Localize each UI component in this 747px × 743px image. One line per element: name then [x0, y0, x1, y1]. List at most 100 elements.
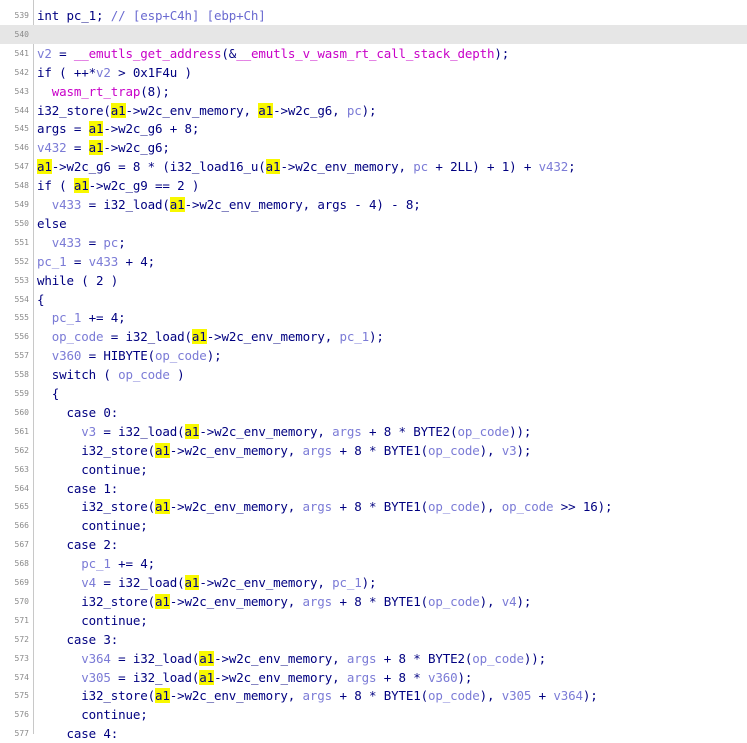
code-line[interactable]: 566 continue; [0, 516, 747, 535]
code-line[interactable]: 550 else [0, 214, 747, 233]
code-token: v432 [37, 140, 67, 156]
code-text: else [37, 215, 67, 232]
code-token: op_code [427, 688, 480, 704]
code-line[interactable]: 552 pc_1 = v433 + 4; [0, 252, 747, 271]
line-number: 556 [14, 332, 29, 342]
code-line[interactable]: 562 i32_store(a1->w2c_env_memory, args +… [0, 441, 747, 460]
code-line[interactable]: 576 continue; [0, 705, 747, 724]
highlighted-token: a1 [184, 575, 200, 590]
code-text: switch ( op_code ) [37, 366, 185, 383]
code-token: i32_store( [37, 499, 156, 515]
code-token: + 8 * BYTE1( [332, 593, 428, 609]
code-line[interactable]: 558 switch ( op_code ) [0, 365, 747, 384]
highlighted-token: a1 [155, 688, 170, 704]
code-token: + 8 * BYTE1( [332, 688, 428, 704]
code-token: + 2LL) + 1) + [427, 159, 539, 175]
line-number: 551 [14, 237, 29, 247]
code-line[interactable]: 551 v433 = pc; [0, 233, 747, 252]
code-text: i32_store(a1->w2c_env_memory, args + 8 *… [37, 593, 531, 610]
code-line[interactable]: 554 { [0, 290, 747, 309]
code-token: args [302, 688, 333, 704]
line-number: 573 [14, 653, 29, 663]
code-line[interactable]: 567 case 2: [0, 535, 747, 554]
code-line[interactable]: 568 pc_1 += 4; [0, 554, 747, 573]
code-line[interactable]: 540 [0, 24, 747, 44]
highlighted-token: a1 [88, 140, 104, 156]
code-text: op_code = i32_load(a1->w2c_env_memory, p… [37, 328, 384, 345]
code-line[interactable]: 545 args = a1->w2c_g6 + 8; [0, 119, 747, 138]
code-token: >> 16); [553, 499, 613, 515]
code-line[interactable]: 539 int pc_1; // [esp+C4h] [ebp+Ch] [0, 6, 747, 25]
code-token: v2 [96, 64, 111, 80]
code-text: i32_store(a1->w2c_env_memory, a1->w2c_g6… [37, 102, 377, 119]
highlighted-token: a1 [265, 159, 281, 175]
code-text: { [37, 291, 45, 308]
code-line[interactable]: 574 v305 = i32_load(a1->w2c_env_memory, … [0, 668, 747, 687]
code-text: wasm_rt_trap(8); [37, 83, 170, 100]
code-text: i32_store(a1->w2c_env_memory, args + 8 *… [37, 687, 598, 704]
code-token: = i32_load( [110, 669, 200, 685]
code-token: ; [118, 234, 126, 250]
code-token: pc_1 [81, 556, 111, 572]
code-token: ->w2c_env_memory, [125, 102, 259, 118]
code-text: while ( 2 ) [37, 272, 118, 289]
code-line[interactable]: 548 if ( a1->w2c_g9 == 2 ) [0, 176, 747, 195]
highlighted-token: a1 [258, 102, 274, 118]
highlighted-token: a1 [88, 121, 104, 137]
code-token: ->w2c_env_memory, [206, 329, 340, 345]
code-line[interactable]: 559 { [0, 384, 747, 403]
code-line[interactable]: 569 v4 = i32_load(a1->w2c_env_memory, pc… [0, 573, 747, 592]
code-token: += 4; [110, 556, 156, 572]
code-token: else [37, 215, 67, 231]
code-line[interactable]: 555 pc_1 += 4; [0, 308, 747, 327]
code-token: ); [206, 348, 222, 364]
code-line[interactable]: 563 continue; [0, 460, 747, 479]
code-line[interactable]: 544 i32_store(a1->w2c_env_memory, a1->w2c… [0, 101, 747, 120]
code-token: continue; [37, 461, 148, 477]
code-line[interactable]: 556 op_code = i32_load(a1->w2c_env_memor… [0, 327, 747, 346]
code-token: pc_1 [332, 575, 362, 590]
code-line[interactable]: 541 v2 = __emutls_get_address(&__emutls_v… [0, 44, 747, 63]
code-token: i32_store( [37, 442, 156, 458]
code-token: i32_store( [37, 593, 156, 609]
code-line[interactable]: 542 if ( ++*v2 > 0x1F4u ) [0, 63, 747, 82]
pseudocode-editor[interactable]: 539 int pc_1; // [esp+C4h] [ebp+Ch] 540 541… [0, 0, 747, 741]
highlighted-token: a1 [184, 423, 200, 439]
code-line[interactable]: 572 case 3: [0, 630, 747, 649]
code-line[interactable]: 573 v364 = i32_load(a1->w2c_env_memory, … [0, 649, 747, 668]
code-token: { [37, 291, 45, 307]
code-token: v364 [553, 688, 583, 704]
code-line[interactable]: 564 case 1: [0, 479, 747, 498]
code-token: ); [457, 669, 473, 685]
code-line[interactable]: 575 i32_store(a1->w2c_env_memory, args +… [0, 686, 747, 705]
code-line[interactable]: 560 case 0: [0, 403, 747, 422]
code-line[interactable]: 543 wasm_rt_trap(8); [0, 82, 747, 101]
code-text: case 3: [37, 631, 119, 648]
code-line[interactable]: 546 v432 = a1->w2c_g6; [0, 138, 747, 157]
code-token: ), [479, 593, 502, 609]
code-token: ->w2c_g6; [103, 140, 170, 156]
code-token: args [302, 442, 333, 458]
code-token: )); [509, 423, 532, 439]
code-token: ->w2c_env_memory, [169, 442, 303, 458]
code-line[interactable]: 565 i32_store(a1->w2c_env_memory, args +… [0, 497, 747, 516]
highlighted-token: a1 [155, 442, 170, 458]
code-token: args [346, 669, 377, 685]
code-line[interactable]: 557 v360 = HIBYTE(op_code); [0, 346, 747, 365]
code-line[interactable]: 571 continue; [0, 611, 747, 630]
code-line[interactable]: 553 while ( 2 ) [0, 271, 747, 290]
code-token: if ( ++* [37, 64, 97, 80]
code-token: switch ( [37, 367, 119, 383]
code-line[interactable]: 549 v433 = i32_load(a1->w2c_env_memory, … [0, 195, 747, 214]
code-line[interactable]: 547 a1->w2c_g6 = 8 * (i32_load16_u(a1->w2… [0, 157, 747, 176]
code-line[interactable]: 561 v3 = i32_load(a1->w2c_env_memory, ar… [0, 422, 747, 441]
code-text: pc_1 = v433 + 4; [37, 253, 155, 270]
code-token: ); [494, 45, 510, 61]
code-token: pc_1 [37, 253, 67, 269]
code-line[interactable]: 570 i32_store(a1->w2c_env_memory, args +… [0, 592, 747, 611]
highlighted-token: a1 [199, 650, 215, 666]
code-token: ->w2c_env_memory, [199, 423, 333, 439]
